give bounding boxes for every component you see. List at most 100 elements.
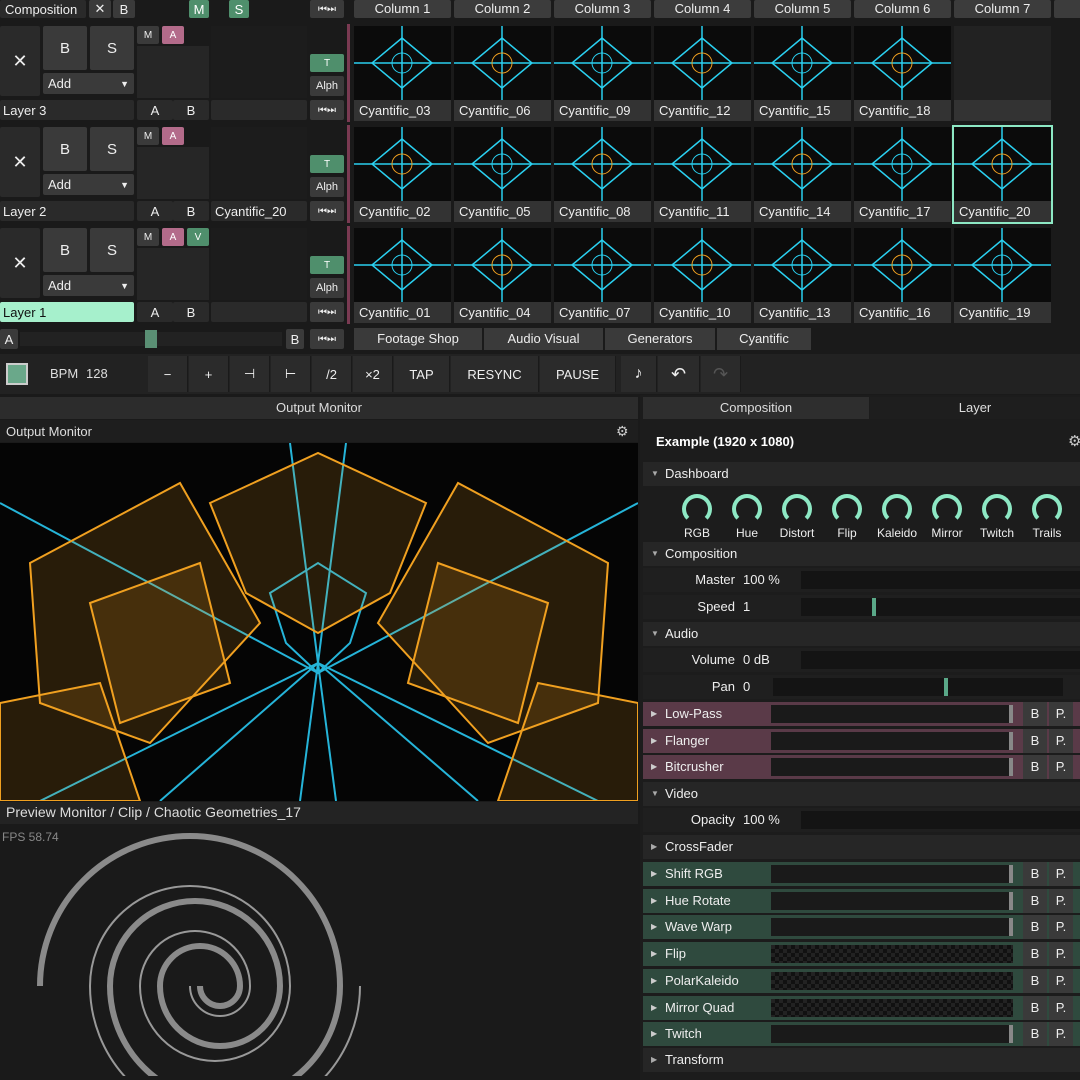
knob-dial-icon[interactable] (932, 494, 962, 524)
layer-3-transport-button[interactable]: ⏮⏭ (310, 100, 344, 120)
deck-tab-1[interactable]: Footage Shop (354, 328, 482, 350)
crossfader-b-button[interactable]: B (286, 329, 304, 349)
clip-slot[interactable]: Cyantific_02 (354, 127, 451, 222)
effect-preset-button[interactable]: P. (1049, 1022, 1073, 1047)
effect-preset-button[interactable]: P. (1049, 995, 1073, 1020)
knob-dial-icon[interactable] (882, 494, 912, 524)
clip-slot[interactable]: Cyantific_08 (554, 127, 651, 222)
speed-value[interactable]: 1 (743, 599, 750, 614)
knob-dial-icon[interactable] (832, 494, 862, 524)
effect-slider-handle[interactable] (1009, 918, 1013, 937)
effect-bypass-button[interactable]: B (1023, 728, 1047, 753)
effect-slider[interactable] (771, 891, 1013, 910)
effect-slider[interactable] (771, 731, 1013, 750)
tap-button[interactable]: TAP (394, 356, 450, 392)
effect-bypass-button[interactable]: B (1023, 968, 1047, 993)
effect-slider-handle[interactable] (1009, 731, 1013, 750)
effect-name[interactable]: Twitch (643, 1022, 770, 1046)
pan-value[interactable]: 0 (743, 679, 750, 694)
composition-clear-button[interactable]: ✕ (89, 0, 111, 18)
layer-2-alpha-button[interactable]: Alph (310, 177, 344, 197)
volume-value[interactable]: 0 dB (743, 652, 770, 667)
layer-1-add-dropdown[interactable]: Add ▼ (43, 275, 134, 296)
clip-slot[interactable]: Cyantific_05 (454, 127, 551, 222)
output-settings-gear-icon[interactable]: ⚙ (616, 423, 629, 440)
section-audio[interactable]: Audio (643, 622, 1080, 646)
dashboard-knob[interactable]: RGB (672, 494, 722, 540)
effect-bypass-button[interactable]: B (1023, 1022, 1047, 1047)
deck-tab-3[interactable]: Generators (605, 328, 715, 350)
layer-3-crossfade-a-button[interactable]: A (137, 100, 173, 120)
bpm-double-button[interactable]: ×2 (353, 356, 393, 392)
dashboard-knob[interactable]: Trails (1022, 494, 1072, 540)
bpm-minus-button[interactable]: − (148, 356, 188, 392)
crossfader-a-button[interactable]: A (0, 329, 18, 349)
effect-slider[interactable] (771, 758, 1013, 777)
effect-preset-button[interactable]: P. (1049, 755, 1073, 780)
effect-bypass-button[interactable]: B (1023, 862, 1047, 886)
pan-slider[interactable] (773, 678, 1063, 696)
column-header-more[interactable] (1054, 0, 1080, 18)
clip-slot[interactable]: Cyantific_09 (554, 26, 651, 121)
column-header-6[interactable]: Column 6 (854, 0, 951, 18)
layer-2-bypass-button[interactable]: B (43, 127, 87, 171)
effect-name[interactable]: Flip (643, 942, 770, 966)
layer-3-name[interactable]: Layer 3 (0, 100, 134, 120)
section-video[interactable]: Video (643, 782, 1080, 806)
knob-dial-icon[interactable] (782, 494, 812, 524)
layer-2-add-dropdown[interactable]: Add ▼ (43, 174, 134, 195)
clip-slot[interactable]: Cyantific_12 (654, 26, 751, 121)
clip-slot[interactable]: Cyantific_10 (654, 228, 751, 323)
knob-dial-icon[interactable] (1032, 494, 1062, 524)
effect-name[interactable]: Shift RGB (643, 862, 770, 886)
layer-1-crossfade-a-button[interactable]: A (137, 302, 173, 322)
effect-slider[interactable] (771, 971, 1013, 990)
layer-2-crossfade-b-button[interactable]: B (173, 201, 209, 221)
metronome-icon[interactable]: ♪ (621, 356, 657, 392)
clip-slot[interactable]: Cyantific_16 (854, 228, 951, 323)
effect-preset-button[interactable]: P. (1049, 728, 1073, 753)
clip-slot[interactable]: Cyantific_01 (354, 228, 451, 323)
effect-name[interactable]: Wave Warp (643, 915, 770, 939)
layer-1-alpha-button[interactable]: Alph (310, 278, 344, 298)
layer-2-name[interactable]: Layer 2 (0, 201, 134, 221)
effect-slider[interactable] (771, 945, 1013, 964)
effect-slider[interactable] (771, 918, 1013, 937)
layer-1-v-button[interactable]: V (187, 228, 209, 246)
volume-slider[interactable] (801, 651, 1080, 669)
redo-icon[interactable]: ↷ (701, 356, 741, 392)
layer-1-transport-button[interactable]: ⏮⏭ (310, 302, 344, 322)
layer-2-clear-button[interactable]: ✕ (0, 127, 40, 197)
section-crossfader[interactable]: CrossFader (643, 835, 1080, 859)
effect-preset-button[interactable]: P. (1049, 915, 1073, 940)
master-slider[interactable] (801, 571, 1080, 589)
clip-slot[interactable]: Cyantific_11 (654, 127, 751, 222)
nudge-right-icon[interactable]: ⊢ (271, 356, 311, 392)
layer-1-m-button[interactable]: M (137, 228, 159, 246)
deck-tab-4[interactable]: Cyantific (717, 328, 811, 350)
column-transport-button[interactable]: ⏮⏭ (310, 0, 344, 18)
resync-button[interactable]: RESYNC (451, 356, 539, 392)
section-dashboard[interactable]: Dashboard (643, 462, 1080, 486)
effect-slider-handle[interactable] (1009, 705, 1013, 723)
layer-3-transition-button[interactable]: T (310, 54, 344, 72)
clip-slot[interactable]: Cyantific_13 (754, 228, 851, 323)
clip-slot[interactable]: Cyantific_19 (954, 228, 1051, 323)
clip-slot[interactable]: Cyantific_07 (554, 228, 651, 323)
effect-bypass-button[interactable]: B (1023, 702, 1047, 726)
effect-bypass-button[interactable]: B (1023, 755, 1047, 780)
column-header-1[interactable]: Column 1 (354, 0, 451, 18)
effect-preset-button[interactable]: P. (1049, 968, 1073, 993)
layer-3-a-button[interactable]: A (162, 26, 184, 44)
dashboard-knob[interactable]: Twitch (972, 494, 1022, 540)
section-transform[interactable]: Transform (643, 1048, 1080, 1072)
bpm-half-button[interactable]: /2 (312, 356, 352, 392)
effect-bypass-button[interactable]: B (1023, 995, 1047, 1020)
effect-name[interactable]: Mirror Quad (643, 996, 770, 1020)
layer-3-bypass-button[interactable]: B (43, 26, 87, 70)
clip-slot[interactable] (954, 26, 1051, 121)
effect-bypass-button[interactable]: B (1023, 942, 1047, 967)
clip-slot[interactable]: Cyantific_04 (454, 228, 551, 323)
effect-name[interactable]: Low-Pass (643, 702, 770, 726)
dashboard-knob[interactable]: Distort (772, 494, 822, 540)
